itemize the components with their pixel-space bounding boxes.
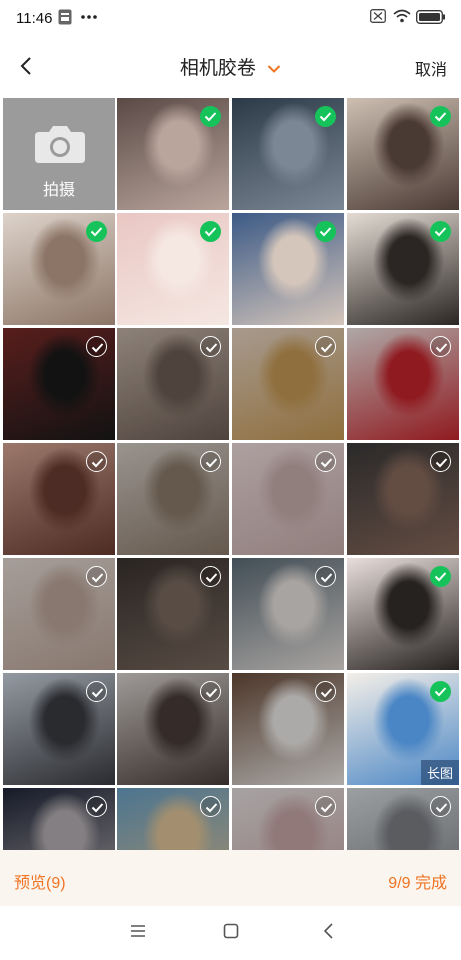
checkmark-unselected-icon[interactable] — [200, 336, 221, 357]
checkmark-selected-icon[interactable] — [430, 566, 451, 587]
status-bar: 11:46 — [0, 0, 461, 38]
photo-tile[interactable] — [232, 98, 344, 210]
photo-tile[interactable] — [117, 673, 229, 785]
checkmark-unselected-icon[interactable] — [315, 681, 336, 702]
system-navigation-bar — [0, 906, 461, 960]
photo-tile[interactable] — [3, 328, 115, 440]
home-icon[interactable] — [222, 922, 240, 945]
photo-tile[interactable] — [232, 443, 344, 555]
checkmark-selected-icon[interactable] — [430, 106, 451, 127]
top-navigation-bar: 相机胶卷 取消 — [0, 38, 461, 96]
photo-tile[interactable] — [3, 788, 115, 850]
photo-tile[interactable] — [232, 673, 344, 785]
photo-tile[interactable] — [3, 443, 115, 555]
done-button[interactable]: 9/9 完成 — [388, 869, 447, 893]
long-image-badge: 长图 — [420, 760, 459, 785]
photo-tile[interactable] — [347, 558, 459, 670]
app-notification-icon — [58, 9, 72, 30]
checkmark-unselected-icon[interactable] — [200, 681, 221, 702]
checkmark-unselected-icon[interactable] — [430, 336, 451, 357]
battery-icon — [416, 10, 446, 29]
photo-tile[interactable] — [117, 213, 229, 325]
photo-tile[interactable]: 长图 — [347, 673, 459, 785]
more-dots-icon — [80, 8, 98, 29]
photo-tile[interactable] — [117, 558, 229, 670]
camera-capture-tile[interactable]: 拍摄 — [3, 98, 115, 210]
menu-icon[interactable] — [129, 922, 147, 945]
photo-tile[interactable] — [117, 443, 229, 555]
checkmark-selected-icon[interactable] — [430, 681, 451, 702]
photo-tile[interactable] — [347, 98, 459, 210]
checkmark-unselected-icon[interactable] — [200, 451, 221, 472]
photo-tile[interactable] — [347, 788, 459, 850]
photo-tile[interactable] — [232, 788, 344, 850]
checkmark-unselected-icon[interactable] — [200, 796, 221, 817]
checkmark-unselected-icon[interactable] — [430, 451, 451, 472]
back-icon[interactable] — [320, 922, 338, 945]
cancel-button[interactable]: 取消 — [415, 56, 447, 80]
bottom-action-bar: 预览(9) 9/9 完成 — [0, 850, 461, 906]
photo-tile[interactable] — [347, 443, 459, 555]
checkmark-unselected-icon[interactable] — [86, 796, 107, 817]
checkmark-unselected-icon[interactable] — [86, 336, 107, 357]
checkmark-unselected-icon[interactable] — [315, 336, 336, 357]
photo-grid: 拍摄 长图 — [0, 96, 461, 850]
photo-tile[interactable] — [232, 328, 344, 440]
checkmark-selected-icon[interactable] — [200, 221, 221, 242]
photo-tile[interactable] — [347, 328, 459, 440]
checkmark-unselected-icon[interactable] — [315, 796, 336, 817]
checkmark-unselected-icon[interactable] — [315, 566, 336, 587]
photo-tile[interactable] — [117, 328, 229, 440]
photo-tile[interactable] — [232, 558, 344, 670]
photo-tile[interactable] — [3, 673, 115, 785]
preview-button[interactable]: 预览(9) — [14, 869, 66, 893]
checkmark-unselected-icon[interactable] — [430, 796, 451, 817]
camera-tile-label: 拍摄 — [42, 182, 75, 199]
checkmark-selected-icon[interactable] — [200, 106, 221, 127]
checkmark-unselected-icon[interactable] — [86, 566, 107, 587]
photo-tile[interactable] — [3, 558, 115, 670]
checkmark-selected-icon[interactable] — [315, 221, 336, 242]
photo-tile[interactable] — [347, 213, 459, 325]
wifi-icon — [393, 9, 411, 28]
checkmark-selected-icon[interactable] — [430, 221, 451, 242]
sim-none-icon — [370, 9, 386, 28]
photo-tile[interactable] — [232, 213, 344, 325]
album-title-dropdown[interactable]: 相机胶卷 — [0, 53, 461, 80]
checkmark-selected-icon[interactable] — [315, 106, 336, 127]
checkmark-unselected-icon[interactable] — [315, 451, 336, 472]
camera-icon — [33, 124, 87, 169]
checkmark-selected-icon[interactable] — [86, 221, 107, 242]
chevron-down-icon — [267, 58, 281, 80]
photo-tile[interactable] — [117, 788, 229, 850]
checkmark-unselected-icon[interactable] — [200, 566, 221, 587]
checkmark-unselected-icon[interactable] — [86, 681, 107, 702]
photo-tile[interactable] — [117, 98, 229, 210]
status-time: 11:46 — [16, 10, 53, 27]
album-title: 相机胶卷 — [179, 58, 256, 79]
photo-tile[interactable] — [3, 213, 115, 325]
checkmark-unselected-icon[interactable] — [86, 451, 107, 472]
